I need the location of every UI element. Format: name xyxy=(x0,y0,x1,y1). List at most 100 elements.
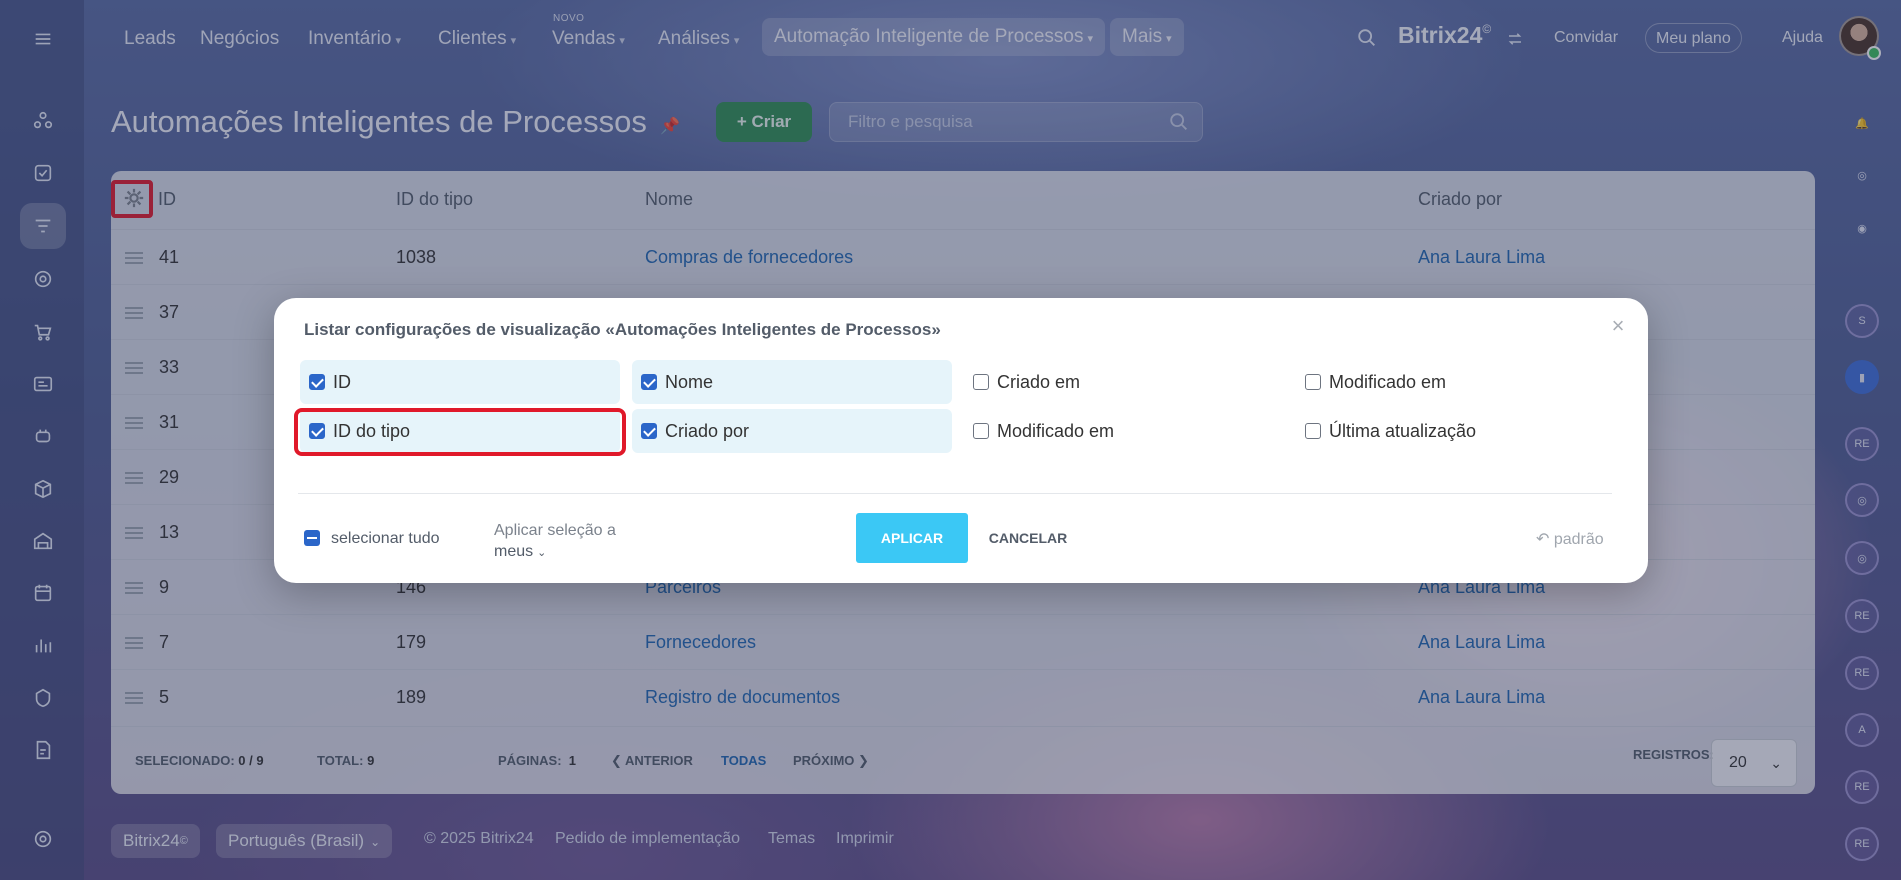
cell-name-link[interactable]: Fornecedores xyxy=(645,632,756,653)
reset-default-link[interactable]: ↶ padrão xyxy=(1536,529,1604,549)
close-icon[interactable]: × xyxy=(1606,314,1630,338)
footer-brand-button[interactable]: Bitrix24© xyxy=(111,824,200,858)
calendar-icon[interactable] xyxy=(20,570,66,616)
table-row[interactable]: 5 189 Registro de documentos Ana Laura L… xyxy=(111,669,1815,724)
drag-handle-icon[interactable] xyxy=(125,362,143,374)
option-name[interactable]: Nome xyxy=(632,360,952,404)
chat-icon[interactable]: ◉ xyxy=(1845,211,1879,245)
option-modified-at[interactable]: Modificado em xyxy=(1296,360,1616,404)
help-button[interactable]: Ajuda xyxy=(1772,23,1833,53)
apply-selection-dropdown[interactable]: Aplicar seleção a meus ⌄ xyxy=(494,520,624,564)
automation-funnel-icon[interactable] xyxy=(20,203,66,249)
option-id[interactable]: ID xyxy=(300,360,620,404)
target-icon[interactable] xyxy=(20,256,66,302)
table-row[interactable]: 7 179 Fornecedores Ana Laura Lima xyxy=(111,614,1815,669)
menu-icon[interactable] xyxy=(20,16,66,62)
filter-search-input[interactable] xyxy=(830,103,1150,141)
cart-icon[interactable] xyxy=(20,309,66,355)
drag-handle-icon[interactable] xyxy=(125,527,143,539)
nav-leads[interactable]: Leads xyxy=(124,24,176,54)
column-header-id[interactable]: ID xyxy=(158,189,176,210)
cell-name-link[interactable]: Registro de documentos xyxy=(645,687,840,708)
apply-button[interactable]: APLICAR xyxy=(856,513,968,563)
checkbox-checked-icon[interactable] xyxy=(641,374,657,390)
themes-link[interactable]: Temas xyxy=(768,830,815,848)
contacts-card-icon[interactable] xyxy=(20,361,66,407)
column-header-type-id[interactable]: ID do tipo xyxy=(396,189,473,210)
cell-created-by-link[interactable]: Ana Laura Lima xyxy=(1418,247,1545,268)
drag-handle-icon[interactable] xyxy=(125,692,143,704)
option-created-by[interactable]: Criado por xyxy=(632,409,952,453)
search-icon[interactable] xyxy=(1168,111,1190,133)
checkbox-indeterminate-icon[interactable] xyxy=(304,530,320,546)
checkbox-unchecked-icon[interactable] xyxy=(1305,374,1321,390)
prev-page-button[interactable]: ❮ ANTERIOR xyxy=(611,727,693,794)
cancel-button[interactable]: CANCELAR xyxy=(980,513,1076,563)
avatar-re-icon[interactable]: RE xyxy=(1845,827,1879,861)
copilot-circle-icon[interactable]: ◎ xyxy=(1845,483,1879,517)
create-button[interactable]: + Criar xyxy=(716,102,812,142)
bell-icon[interactable]: 🔔 xyxy=(1845,106,1879,140)
checkbox-unchecked-icon[interactable] xyxy=(1305,423,1321,439)
option-modified-at-2-label: Modificado em xyxy=(997,421,1115,441)
my-plan-button[interactable]: Meu plano xyxy=(1645,23,1742,53)
select-all-toggle[interactable]: selecionar tudo xyxy=(304,530,440,548)
checkbox-checked-icon[interactable] xyxy=(641,423,657,439)
drag-handle-icon[interactable] xyxy=(125,252,143,264)
copilot-circle-icon[interactable]: ◎ xyxy=(1845,541,1879,575)
pin-icon[interactable]: 📌 xyxy=(660,116,680,136)
implementation-request-link[interactable]: Pedido de implementação xyxy=(555,830,740,848)
warehouse-icon[interactable] xyxy=(20,518,66,564)
invite-button[interactable]: Convidar xyxy=(1544,23,1628,53)
cell-name-link[interactable]: Compras de fornecedores xyxy=(645,247,853,268)
print-link[interactable]: Imprimir xyxy=(836,830,894,848)
shield-icon[interactable] xyxy=(20,675,66,721)
all-pages-button[interactable]: TODAS xyxy=(721,727,766,794)
cell-created-by-link[interactable]: Ana Laura Lima xyxy=(1418,687,1545,708)
search-icon[interactable] xyxy=(1356,27,1378,49)
nav-inventory[interactable]: Inventário ▾ xyxy=(308,24,401,54)
table-row[interactable]: 41 1038 Compras de fornecedores Ana Laur… xyxy=(111,229,1815,284)
drag-handle-icon[interactable] xyxy=(125,417,143,429)
avatar-re-icon[interactable]: RE xyxy=(1845,599,1879,633)
nav-more[interactable]: Mais ▾ xyxy=(1110,18,1184,56)
tasks-icon[interactable] xyxy=(20,150,66,196)
option-modified-at-2[interactable]: Modificado em xyxy=(964,409,1284,453)
avatar-re-icon[interactable]: RE xyxy=(1845,427,1879,461)
nav-smart-process-automation[interactable]: Automação Inteligente de Processos ▾ xyxy=(762,18,1105,56)
drag-handle-icon[interactable] xyxy=(125,582,143,594)
checkbox-unchecked-icon[interactable] xyxy=(973,374,989,390)
analytics-icon[interactable] xyxy=(20,622,66,668)
sign-document-icon[interactable] xyxy=(20,727,66,773)
checkbox-unchecked-icon[interactable] xyxy=(973,423,989,439)
option-last-update[interactable]: Última atualização xyxy=(1296,409,1616,453)
language-selector[interactable]: Português (Brasil) ⌄ xyxy=(216,824,393,858)
brand-logo[interactable]: Bitrix24© xyxy=(1398,22,1491,49)
avatar-a-icon[interactable]: A xyxy=(1845,713,1879,747)
crm-icon[interactable] xyxy=(20,98,66,144)
cell-created-by-link[interactable]: Ana Laura Lima xyxy=(1418,632,1545,653)
drag-handle-icon[interactable] xyxy=(125,472,143,484)
nav-analytics[interactable]: Análises ▾ xyxy=(658,24,739,54)
column-header-created-by[interactable]: Criado por xyxy=(1418,189,1502,210)
avatar-s-icon[interactable]: S xyxy=(1845,304,1879,338)
nav-deals[interactable]: Negócios xyxy=(200,24,279,54)
next-page-button[interactable]: PRÓXIMO ❯ xyxy=(793,727,869,794)
copilot-icon[interactable] xyxy=(20,413,66,459)
avatar-re-icon[interactable]: RE xyxy=(1845,770,1879,804)
filter-search-box[interactable] xyxy=(829,102,1203,142)
target-icon[interactable]: ◎ xyxy=(1845,158,1879,192)
settings-gear-icon[interactable] xyxy=(20,816,66,862)
option-created-at[interactable]: Criado em xyxy=(964,360,1284,404)
drag-handle-icon[interactable] xyxy=(125,637,143,649)
column-header-name[interactable]: Nome xyxy=(645,189,693,210)
records-per-page-select[interactable]: 20 ⌄ xyxy=(1711,739,1797,787)
nav-clients[interactable]: Clientes ▾ xyxy=(438,24,516,54)
swap-icon[interactable] xyxy=(1506,30,1524,48)
avatar-re-icon[interactable]: RE xyxy=(1845,656,1879,690)
checkbox-checked-icon[interactable] xyxy=(309,374,325,390)
nav-sales[interactable]: Vendas ▾ xyxy=(552,24,625,54)
bookmark-icon[interactable]: ▮ xyxy=(1845,360,1879,394)
drag-handle-icon[interactable] xyxy=(125,307,143,319)
box-icon[interactable] xyxy=(20,466,66,512)
